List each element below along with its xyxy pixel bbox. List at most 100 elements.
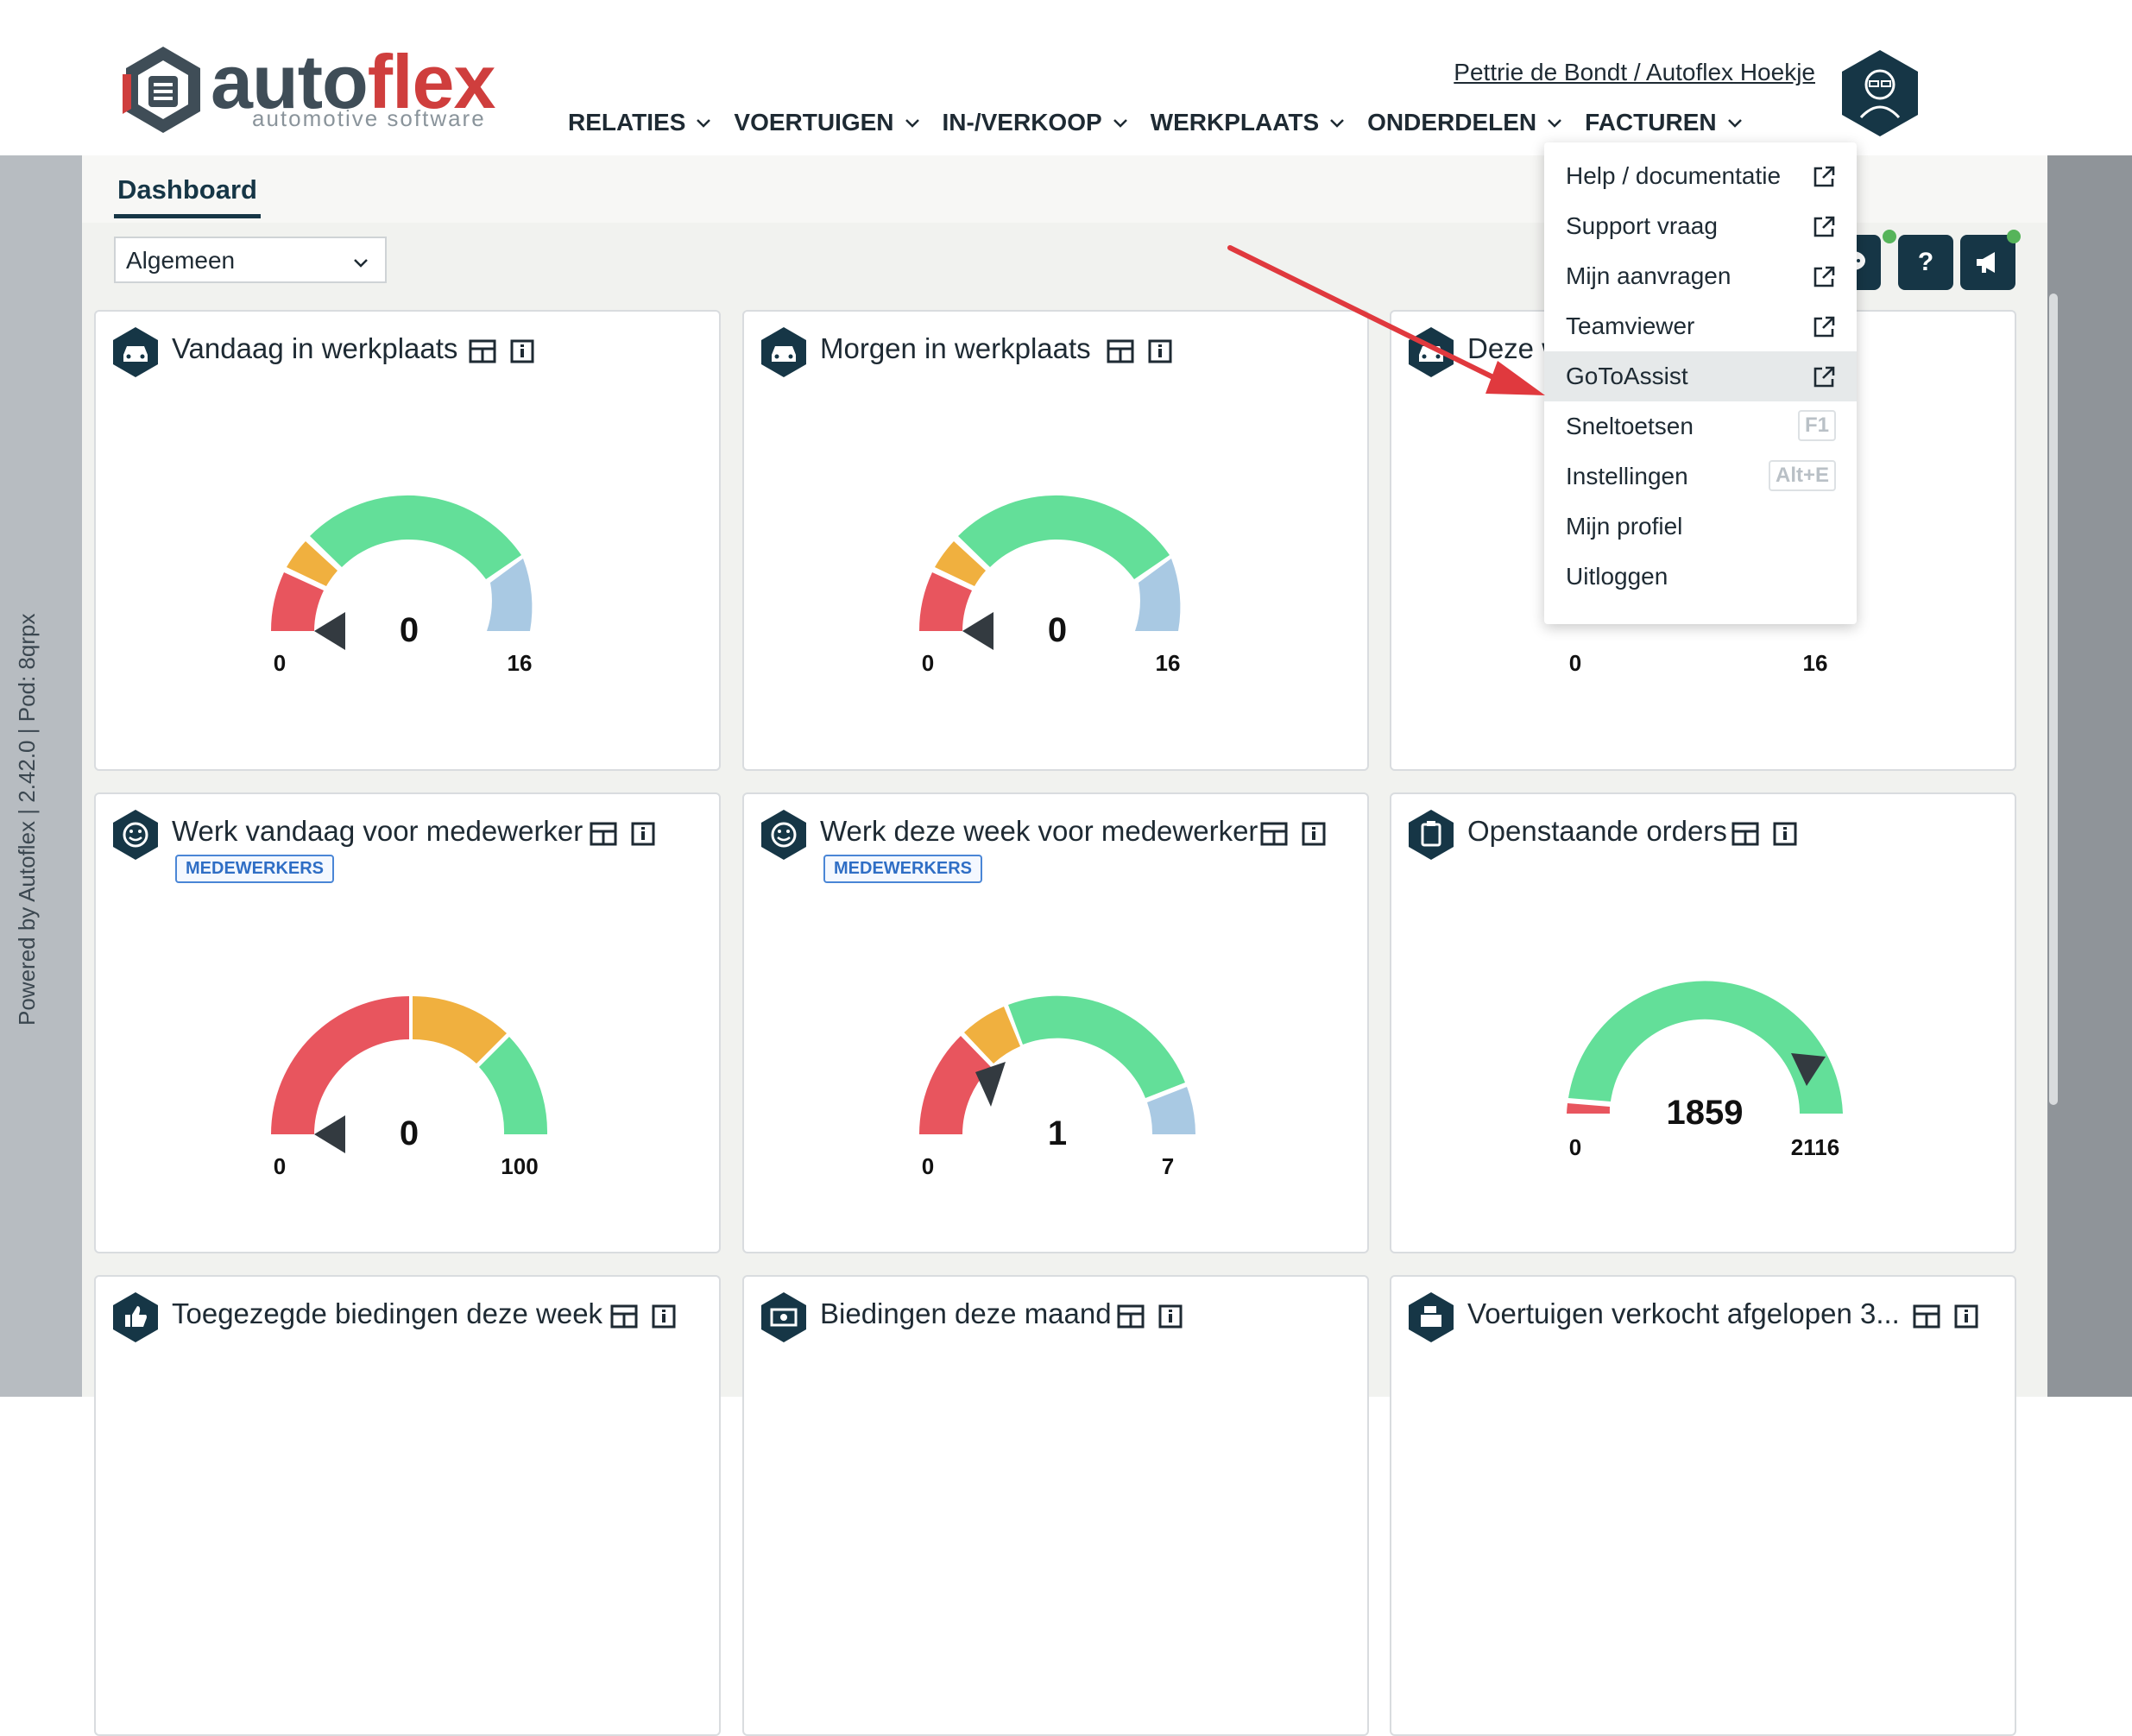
chevron-down-icon xyxy=(1727,119,1742,128)
chevron-down-icon xyxy=(1113,119,1127,128)
chevron-down-icon xyxy=(697,119,711,128)
powered-by-text: Powered by Autoflex | 2.42.0 | Pod: 8qrp… xyxy=(14,613,40,1026)
external-link-icon xyxy=(1813,266,1835,287)
external-link-icon xyxy=(1813,166,1835,187)
nav-in-verkoop[interactable]: IN-/VERKOOP xyxy=(943,109,1128,136)
gauge-value: 0 xyxy=(400,1114,419,1152)
external-link-icon xyxy=(1813,316,1835,338)
gauge-min: 0 xyxy=(922,1153,934,1177)
info-icon[interactable] xyxy=(510,339,534,363)
info-icon[interactable] xyxy=(1954,1304,1978,1329)
gauge-max: 16 xyxy=(1803,650,1828,674)
gauge-needle xyxy=(314,1115,345,1153)
scrollbar-thumb[interactable] xyxy=(2049,294,2058,1105)
logo-icon xyxy=(123,47,200,133)
card-title: Morgen in werkplaats xyxy=(820,332,1091,364)
external-link-icon xyxy=(1813,366,1835,388)
gauge-chart: 0 0 16 xyxy=(918,495,1181,674)
table-icon[interactable] xyxy=(469,339,496,363)
gauge-needle xyxy=(962,612,993,650)
menu-item-instellingen[interactable]: Instellingen Alt+E xyxy=(1544,451,1857,502)
gauge-segment-red xyxy=(270,572,324,631)
gauge-chart: 1 0 7 xyxy=(919,995,1195,1177)
card-voertuigen-verkocht: Voertuigen verkocht afgelopen 3... xyxy=(1390,1275,2016,1736)
info-icon[interactable] xyxy=(1158,1304,1183,1329)
menu-item-sneltoetsen[interactable]: Sneltoetsen F1 xyxy=(1544,401,1857,451)
cash-register-icon xyxy=(1409,1292,1454,1342)
medewerkers-badge[interactable]: MEDEWERKERS xyxy=(175,855,335,883)
shortcut-badge: Alt+E xyxy=(1768,460,1836,491)
info-icon[interactable] xyxy=(631,822,655,846)
table-icon[interactable] xyxy=(590,822,617,846)
nav-facturen[interactable]: FACTUREN xyxy=(1585,109,1742,136)
gauge-min: 0 xyxy=(274,650,286,674)
gauge-value: 1 xyxy=(1048,1114,1067,1152)
shortcut-badge: F1 xyxy=(1797,410,1836,441)
logo-tagline: automotive software xyxy=(252,105,486,131)
user-avatar-icon[interactable] xyxy=(1840,48,1920,138)
gauge-min: 0 xyxy=(1569,1134,1581,1160)
menu-item-teamviewer[interactable]: Teamviewer xyxy=(1544,301,1857,351)
gauge-chart: 1859 0 2116 xyxy=(1567,981,1843,1160)
card-toegezegde-biedingen: Toegezegde biedingen deze week xyxy=(94,1275,721,1736)
help-button[interactable]: ? xyxy=(1898,235,1953,290)
gauge-value: 1859 xyxy=(1667,1094,1744,1132)
chevron-down-icon xyxy=(1330,119,1345,128)
announcement-notification-dot xyxy=(2007,230,2021,243)
dashboard-select-value: Algemeen xyxy=(126,247,236,274)
chevron-down-icon xyxy=(354,259,368,268)
gauge-needle xyxy=(314,612,345,650)
card-title: Vandaag in werkplaats xyxy=(172,332,458,364)
info-icon[interactable] xyxy=(652,1304,676,1329)
announcements-button[interactable] xyxy=(1960,235,2015,290)
nav-onderdelen[interactable]: ONDERDELEN xyxy=(1367,109,1562,136)
chevron-down-icon xyxy=(905,119,919,128)
chat-notification-dot xyxy=(1883,230,1896,243)
gauge-min: 0 xyxy=(922,650,934,674)
dashboard-select[interactable]: Algemeen xyxy=(114,237,387,283)
menu-item-help[interactable]: Help / documentatie xyxy=(1544,151,1857,201)
left-sidebar xyxy=(0,155,82,1397)
money-icon xyxy=(761,1292,806,1342)
info-icon[interactable] xyxy=(1773,822,1797,846)
info-icon[interactable] xyxy=(1148,339,1172,363)
info-icon[interactable] xyxy=(1302,822,1326,846)
user-dropdown-menu: Help / documentatie Support vraag Mijn a… xyxy=(1544,142,1857,624)
gauge-value: 0 xyxy=(400,611,419,649)
gauge-max: 7 xyxy=(1162,1153,1174,1177)
menu-item-mijn-aanvragen[interactable]: Mijn aanvragen xyxy=(1544,251,1857,301)
gauge-max: 16 xyxy=(1156,650,1181,674)
gauge-max: 16 xyxy=(508,650,533,674)
question-icon: ? xyxy=(1917,248,1934,276)
app-header: autoflex automotive software Pettrie de … xyxy=(0,0,2132,155)
table-icon[interactable] xyxy=(1260,822,1288,846)
table-icon[interactable] xyxy=(1117,1304,1145,1329)
user-account-link[interactable]: Pettrie de Bondt / Autoflex Hoekje xyxy=(1454,59,1815,86)
card-vandaag-in-werkplaats: Vandaag in werkplaats 0 0 16 xyxy=(94,310,721,771)
smiley-icon xyxy=(761,810,806,860)
gauge-value: 0 xyxy=(1048,611,1067,649)
menu-item-mijn-profiel[interactable]: Mijn profiel xyxy=(1544,502,1857,552)
medewerkers-badge[interactable]: MEDEWERKERS xyxy=(823,855,983,883)
table-icon[interactable] xyxy=(1913,1304,1940,1329)
card-werk-vandaag-medewerker: Werk vandaag voor medewerker MEDEWERKERS… xyxy=(94,792,721,1253)
thumbs-up-icon xyxy=(113,1292,158,1342)
external-link-icon xyxy=(1813,216,1835,237)
autoflex-logo[interactable]: autoflex automotive software xyxy=(116,39,513,138)
smiley-icon xyxy=(113,810,158,860)
card-biedingen-deze-maand: Biedingen deze maand xyxy=(742,1275,1369,1736)
main-navigation: RELATIES VOERTUIGEN IN-/VERKOOP WERKPLAA… xyxy=(568,109,1765,136)
table-icon[interactable] xyxy=(1731,822,1759,846)
nav-voertuigen[interactable]: VOERTUIGEN xyxy=(734,109,919,136)
gauge-max: 100 xyxy=(501,1153,538,1177)
gauge-segment-green xyxy=(310,495,521,579)
menu-item-support[interactable]: Support vraag xyxy=(1544,201,1857,251)
menu-item-uitloggen[interactable]: Uitloggen xyxy=(1544,552,1857,602)
nav-relaties[interactable]: RELATIES xyxy=(568,109,711,136)
nav-werkplaats[interactable]: WERKPLAATS xyxy=(1151,109,1345,136)
tab-dashboard[interactable]: Dashboard xyxy=(114,174,261,218)
menu-item-gotoassist[interactable]: GoToAssist xyxy=(1544,351,1857,401)
table-icon[interactable] xyxy=(610,1304,638,1329)
table-icon[interactable] xyxy=(1107,339,1134,363)
car-icon xyxy=(761,327,806,377)
